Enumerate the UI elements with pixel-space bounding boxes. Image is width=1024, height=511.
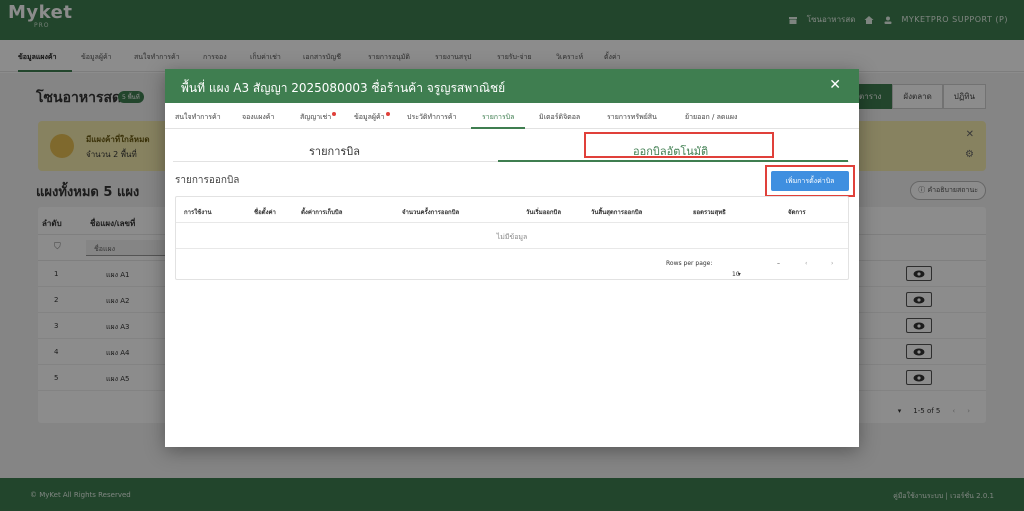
tab-assets[interactable]: รายการทรัพย์สิน — [607, 112, 657, 123]
tab-digital-meter[interactable]: มิเตอร์ดิจิตอล — [539, 112, 580, 123]
highlight-box — [584, 132, 774, 158]
pagination-range: – — [777, 260, 780, 267]
highlight-box — [765, 165, 855, 197]
tab-label: สัญญาเช่า — [300, 113, 332, 121]
bill-settings-table: การใช้งาน ชื่อตั้งค่า ตั้งค่าการเก็บบิล … — [175, 196, 849, 280]
close-icon[interactable]: ✕ — [829, 77, 841, 93]
rows-per-page-label: Rows per page: — [666, 260, 713, 267]
tab-label: ข้อมูลผู้ค้า — [354, 113, 385, 121]
tab-booking[interactable]: จองแผงค้า — [242, 112, 274, 123]
col-collection-setting[interactable]: ตั้งค่าการเก็บบิล — [301, 207, 342, 217]
tab-label: มิเตอร์ดิจิตอล — [539, 113, 581, 121]
tab-history[interactable]: ประวัติทำการค้า — [407, 112, 457, 123]
col-end-date[interactable]: วันสิ้นสุดการออกบิล — [591, 207, 642, 217]
tab-label: รายการทรัพย์สิน — [607, 113, 657, 121]
notification-dot — [385, 112, 390, 116]
subtab-indicator — [498, 160, 848, 162]
col-net-total[interactable]: ยอดรวมสุทธิ — [693, 207, 726, 217]
section-title: รายการออกบิล — [175, 175, 240, 186]
table-header: การใช้งาน ชื่อตั้งค่า ตั้งค่าการเก็บบิล … — [176, 197, 848, 223]
tab-label: จองแผงค้า — [242, 113, 275, 121]
col-bill-count[interactable]: จำนวนครั้งการออกบิล — [402, 207, 459, 217]
col-setting-name[interactable]: ชื่อตั้งค่า — [254, 207, 276, 217]
dialog-title: พื้นที่ แผง A3 สัญญา 2025080003 ชื่อร้าน… — [181, 81, 506, 95]
dialog-header: พื้นที่ แผง A3 สัญญา 2025080003 ชื่อร้าน… — [165, 69, 859, 103]
col-manage[interactable]: จัดการ — [788, 207, 806, 217]
tab-bills[interactable]: รายการบิล — [482, 112, 514, 123]
tab-contract[interactable]: สัญญาเช่า — [300, 112, 337, 123]
tab-label: รายการบิล — [482, 113, 515, 121]
tab-interest[interactable]: สนใจทำการค้า — [175, 112, 221, 123]
dialog-tab-indicator — [471, 127, 525, 129]
tab-label: ย้ายออก / ลดแผง — [685, 113, 738, 121]
table-pagination: Rows per page: 10 ▾ – ‹ › — [176, 249, 848, 281]
dialog-tabs: สนใจทำการค้า จองแผงค้า สัญญาเช่า ข้อมูลผ… — [165, 103, 859, 129]
tab-label: สนใจทำการค้า — [175, 113, 221, 121]
tab-move-out[interactable]: ย้ายออก / ลดแผง — [685, 112, 737, 123]
chevron-down-icon: ▾ — [737, 271, 741, 278]
rows-per-page-select[interactable]: 10 ▾ — [732, 260, 741, 278]
chevron-left-icon[interactable]: ‹ — [805, 260, 807, 267]
col-enabled[interactable]: การใช้งาน — [184, 207, 212, 217]
col-start-date[interactable]: วันเริ่มออกบิล — [526, 207, 561, 217]
chevron-right-icon[interactable]: › — [831, 260, 833, 267]
stall-detail-dialog: พื้นที่ แผง A3 สัญญา 2025080003 ชื่อร้าน… — [165, 69, 859, 447]
empty-state: ไม่มีข้อมูล — [176, 223, 848, 249]
notification-dot — [332, 112, 337, 116]
tab-vendor-info[interactable]: ข้อมูลผู้ค้า — [354, 112, 390, 123]
tab-label: ประวัติทำการค้า — [407, 113, 457, 121]
subtab-bill-list[interactable]: รายการบิล — [309, 142, 360, 160]
